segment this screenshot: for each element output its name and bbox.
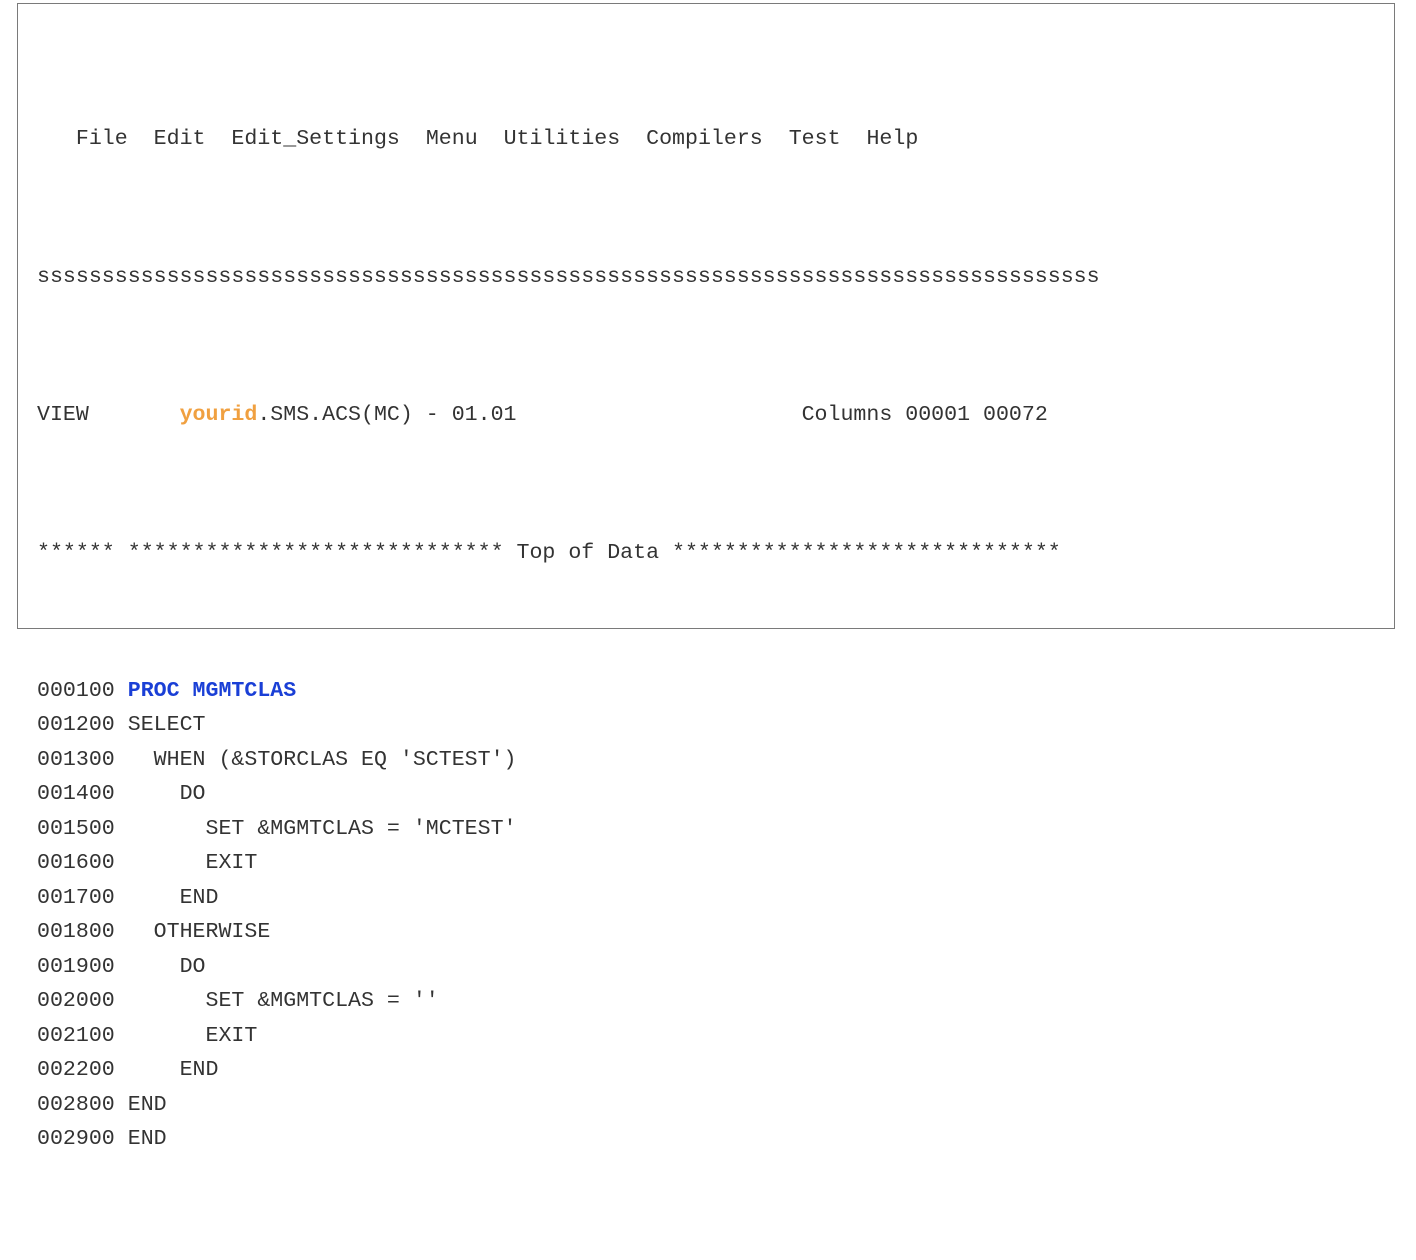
line-text: END [127, 1058, 219, 1082]
top-of-data-prefix: ****** [37, 540, 115, 565]
menu-edit-settings[interactable]: Edit_Settings [231, 127, 399, 151]
line-text: SET &MGMTCLAS = '' [127, 989, 439, 1013]
code-line[interactable]: 001900 DO [37, 950, 1100, 985]
line-number[interactable]: 001700 [37, 886, 115, 910]
menu-file[interactable]: File [76, 127, 128, 151]
line-text: WHEN (&STORCLAS EQ 'SCTEST') [127, 747, 517, 772]
ispf-view-screen: File Edit Edit_Settings Menu Utilities C… [37, 18, 1100, 1260]
menu-compilers[interactable]: Compilers [646, 127, 763, 151]
columns-indicator: Columns 00001 00072 [801, 402, 1048, 427]
line-number[interactable]: 001900 [37, 955, 115, 979]
line-text: SELECT [127, 713, 206, 737]
code-line[interactable]: 002000 SET &MGMTCLAS = '' [37, 984, 1100, 1019]
terminal-frame: File Edit Edit_Settings Menu Utilities C… [17, 3, 1395, 1151]
line-text: END [127, 1092, 167, 1117]
line-number[interactable]: 002000 [37, 989, 115, 1013]
menu-bar: File Edit Edit_Settings Menu Utilities C… [37, 122, 1100, 157]
line-text: END [127, 885, 219, 910]
code-line[interactable]: 001300 WHEN (&STORCLAS EQ 'SCTEST') [37, 743, 1100, 778]
line-text: SET &MGMTCLAS = 'MCTEST' [127, 816, 517, 841]
code-line[interactable]: 000100 PROC MGMTCLAS [37, 674, 1100, 709]
line-text: EXIT [127, 851, 258, 875]
line-text: DO [127, 954, 206, 979]
top-of-data-marker: ***************************** Top of Dat… [127, 540, 1061, 565]
code-line[interactable]: 001700 END [37, 881, 1100, 916]
code-line[interactable]: 002900 END [37, 1122, 1100, 1157]
code-line[interactable]: 001600 EXIT [37, 846, 1100, 881]
code-line[interactable]: 001800 OTHERWISE [37, 915, 1100, 950]
line-number[interactable]: 001500 [37, 817, 115, 841]
line-number[interactable]: 000100 [37, 679, 115, 703]
line-number[interactable]: 001800 [37, 920, 115, 944]
line-text: EXIT [127, 1023, 258, 1048]
line-number[interactable]: 001400 [37, 782, 115, 806]
line-number[interactable]: 001200 [37, 713, 115, 737]
line-number[interactable]: 001300 [37, 748, 115, 772]
code-line[interactable]: 001200 SELECT [37, 708, 1100, 743]
menu-edit[interactable]: Edit [154, 127, 206, 151]
menu-utilities[interactable]: Utilities [504, 127, 621, 151]
code-area: 000100 PROC MGMTCLAS 001200 SELECT 001300 … [37, 674, 1100, 1157]
separator-line: ssssssssssssssssssssssssssssssssssssssss… [37, 264, 1100, 289]
line-text: END [127, 1127, 167, 1151]
line-text: PROC MGMTCLAS [127, 678, 297, 703]
line-text: DO [127, 782, 206, 806]
mode-label: VIEW [37, 402, 89, 427]
menu-test[interactable]: Test [789, 127, 841, 151]
line-text: OTHERWISE [127, 920, 271, 944]
line-number[interactable]: 002100 [37, 1024, 115, 1048]
line-number[interactable]: 002800 [37, 1093, 115, 1117]
top-of-data-line: ****** ***************************** Top… [37, 536, 1100, 571]
dataset-user-id: yourid [179, 402, 258, 427]
code-line[interactable]: 002800 END [37, 1088, 1100, 1123]
line-number[interactable]: 002900 [37, 1127, 115, 1151]
title-line: VIEW yourid.SMS.ACS(MC) - 01.01 Columns … [37, 398, 1100, 433]
menu-menu[interactable]: Menu [426, 127, 478, 151]
menu-help[interactable]: Help [866, 127, 918, 151]
line-number[interactable]: 001600 [37, 851, 115, 875]
code-line[interactable]: 002100 EXIT [37, 1019, 1100, 1054]
code-line[interactable]: 001400 DO [37, 777, 1100, 812]
line-number[interactable]: 002200 [37, 1058, 115, 1082]
code-line[interactable]: 002200 END [37, 1053, 1100, 1088]
dataset-name: .SMS.ACS(MC) - 01.01 [257, 402, 517, 427]
code-line[interactable]: 001500 SET &MGMTCLAS = 'MCTEST' [37, 812, 1100, 847]
